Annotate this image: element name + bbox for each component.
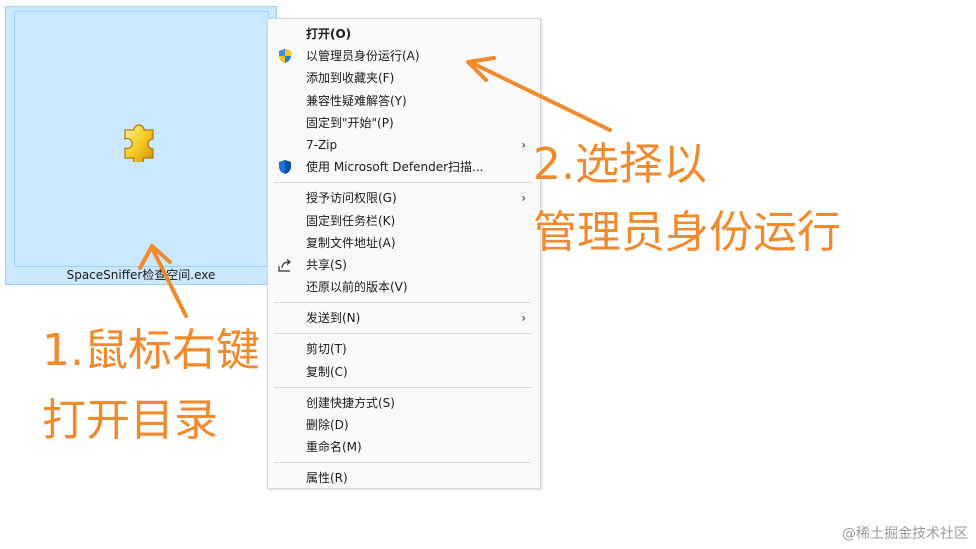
menu-separator xyxy=(274,462,532,464)
menu-item-label: 删除(D) xyxy=(306,418,349,432)
menu-item-label: 复制文件地址(A) xyxy=(306,235,396,250)
annotation-step2-line1: 2.选择以 xyxy=(533,139,707,190)
menu-separator xyxy=(274,302,532,304)
context-menu: 打开(O) 以管理员身份运行(A) 添加到收藏夹(F) 兼容性疑难解答(Y) 固定到"开… xyxy=(267,18,541,489)
puzzle-icon xyxy=(124,124,154,162)
menu-item[interactable]: 创建快捷方式(S) xyxy=(268,392,540,414)
annotation-step1-line1: 1.鼠标右键 xyxy=(42,325,260,376)
menu-item-label: 使用 Microsoft Defender扫描... xyxy=(306,160,484,175)
menu-item-label: 添加到收藏夹(F) xyxy=(306,71,395,86)
menu-item[interactable]: 重命名(M) xyxy=(268,436,540,458)
desktop-stage: SpaceSniffer检查空间.exe 打开(O) 以管理员身份运行(A) 添加到… xyxy=(0,0,976,549)
menu-item-label: 固定到任务栏(K) xyxy=(306,213,396,228)
menu-item[interactable]: 还原以前的版本(V) xyxy=(268,276,540,298)
menu-item-label: 创建快捷方式(S) xyxy=(306,395,395,410)
menu-item[interactable]: 使用 Microsoft Defender扫描... xyxy=(268,156,540,178)
annotation-step1-line2: 打开目录 xyxy=(42,395,218,446)
menu-item[interactable]: 剪切(T) xyxy=(268,338,540,360)
menu-item-label: 复制(C) xyxy=(306,364,348,379)
menu-item[interactable]: 添加到收藏夹(F) xyxy=(268,67,540,89)
menu-item[interactable]: 打开(O) xyxy=(268,23,540,45)
menu-item-label: 固定到"开始"(P) xyxy=(306,115,394,130)
file-item-selected[interactable]: SpaceSniffer检查空间.exe xyxy=(5,6,277,285)
file-name-label: SpaceSniffer检查空间.exe xyxy=(66,268,216,282)
share-icon xyxy=(277,257,293,273)
menu-separator xyxy=(274,386,532,388)
menu-item-label: 发送到(N) xyxy=(306,311,361,326)
menu-item[interactable]: 共享(S) xyxy=(268,254,540,276)
menu-item-label: 打开(O) xyxy=(306,27,352,41)
chevron-right-icon: › xyxy=(521,137,526,152)
menu-item[interactable]: 兼容性疑难解答(Y) xyxy=(268,90,540,112)
defender-shield-icon xyxy=(277,159,293,175)
menu-item[interactable]: 授予访问权限(G) › xyxy=(268,187,540,209)
menu-item-label: 兼容性疑难解答(Y) xyxy=(306,93,407,108)
menu-item-label: 还原以前的版本(V) xyxy=(306,280,408,295)
menu-item[interactable]: 固定到任务栏(K) xyxy=(268,210,540,232)
menu-item-label: 属性(R) xyxy=(306,471,348,486)
menu-item[interactable]: 7-Zip › xyxy=(268,134,540,156)
menu-item-label: 授予访问权限(G) xyxy=(306,191,397,206)
menu-item-label: 以管理员身份运行(A) xyxy=(306,49,420,64)
uac-shield-icon xyxy=(277,48,293,64)
menu-item-label: 剪切(T) xyxy=(306,342,347,357)
menu-item[interactable]: 复制(C) xyxy=(268,361,540,383)
menu-item[interactable]: 发送到(N) › xyxy=(268,307,540,329)
menu-item-label: 7-Zip xyxy=(306,137,338,152)
annotation-step2-line2: 管理员身份运行 xyxy=(533,207,841,258)
chevron-right-icon: › xyxy=(521,311,526,326)
menu-item-label: 共享(S) xyxy=(306,257,347,272)
menu-item[interactable]: 复制文件地址(A) xyxy=(268,232,540,254)
menu-item[interactable]: 以管理员身份运行(A) xyxy=(268,45,540,67)
chevron-right-icon: › xyxy=(521,191,526,206)
menu-separator xyxy=(274,182,532,184)
menu-separator xyxy=(274,333,532,335)
menu-item-label: 重命名(M) xyxy=(306,440,362,455)
menu-item[interactable]: 固定到"开始"(P) xyxy=(268,112,540,134)
menu-item[interactable]: 属性(R) xyxy=(268,467,540,489)
watermark: @稀土掘金技术社区 xyxy=(842,526,968,542)
file-thumbnail[interactable] xyxy=(14,11,269,267)
menu-item[interactable]: 删除(D) xyxy=(268,414,540,436)
